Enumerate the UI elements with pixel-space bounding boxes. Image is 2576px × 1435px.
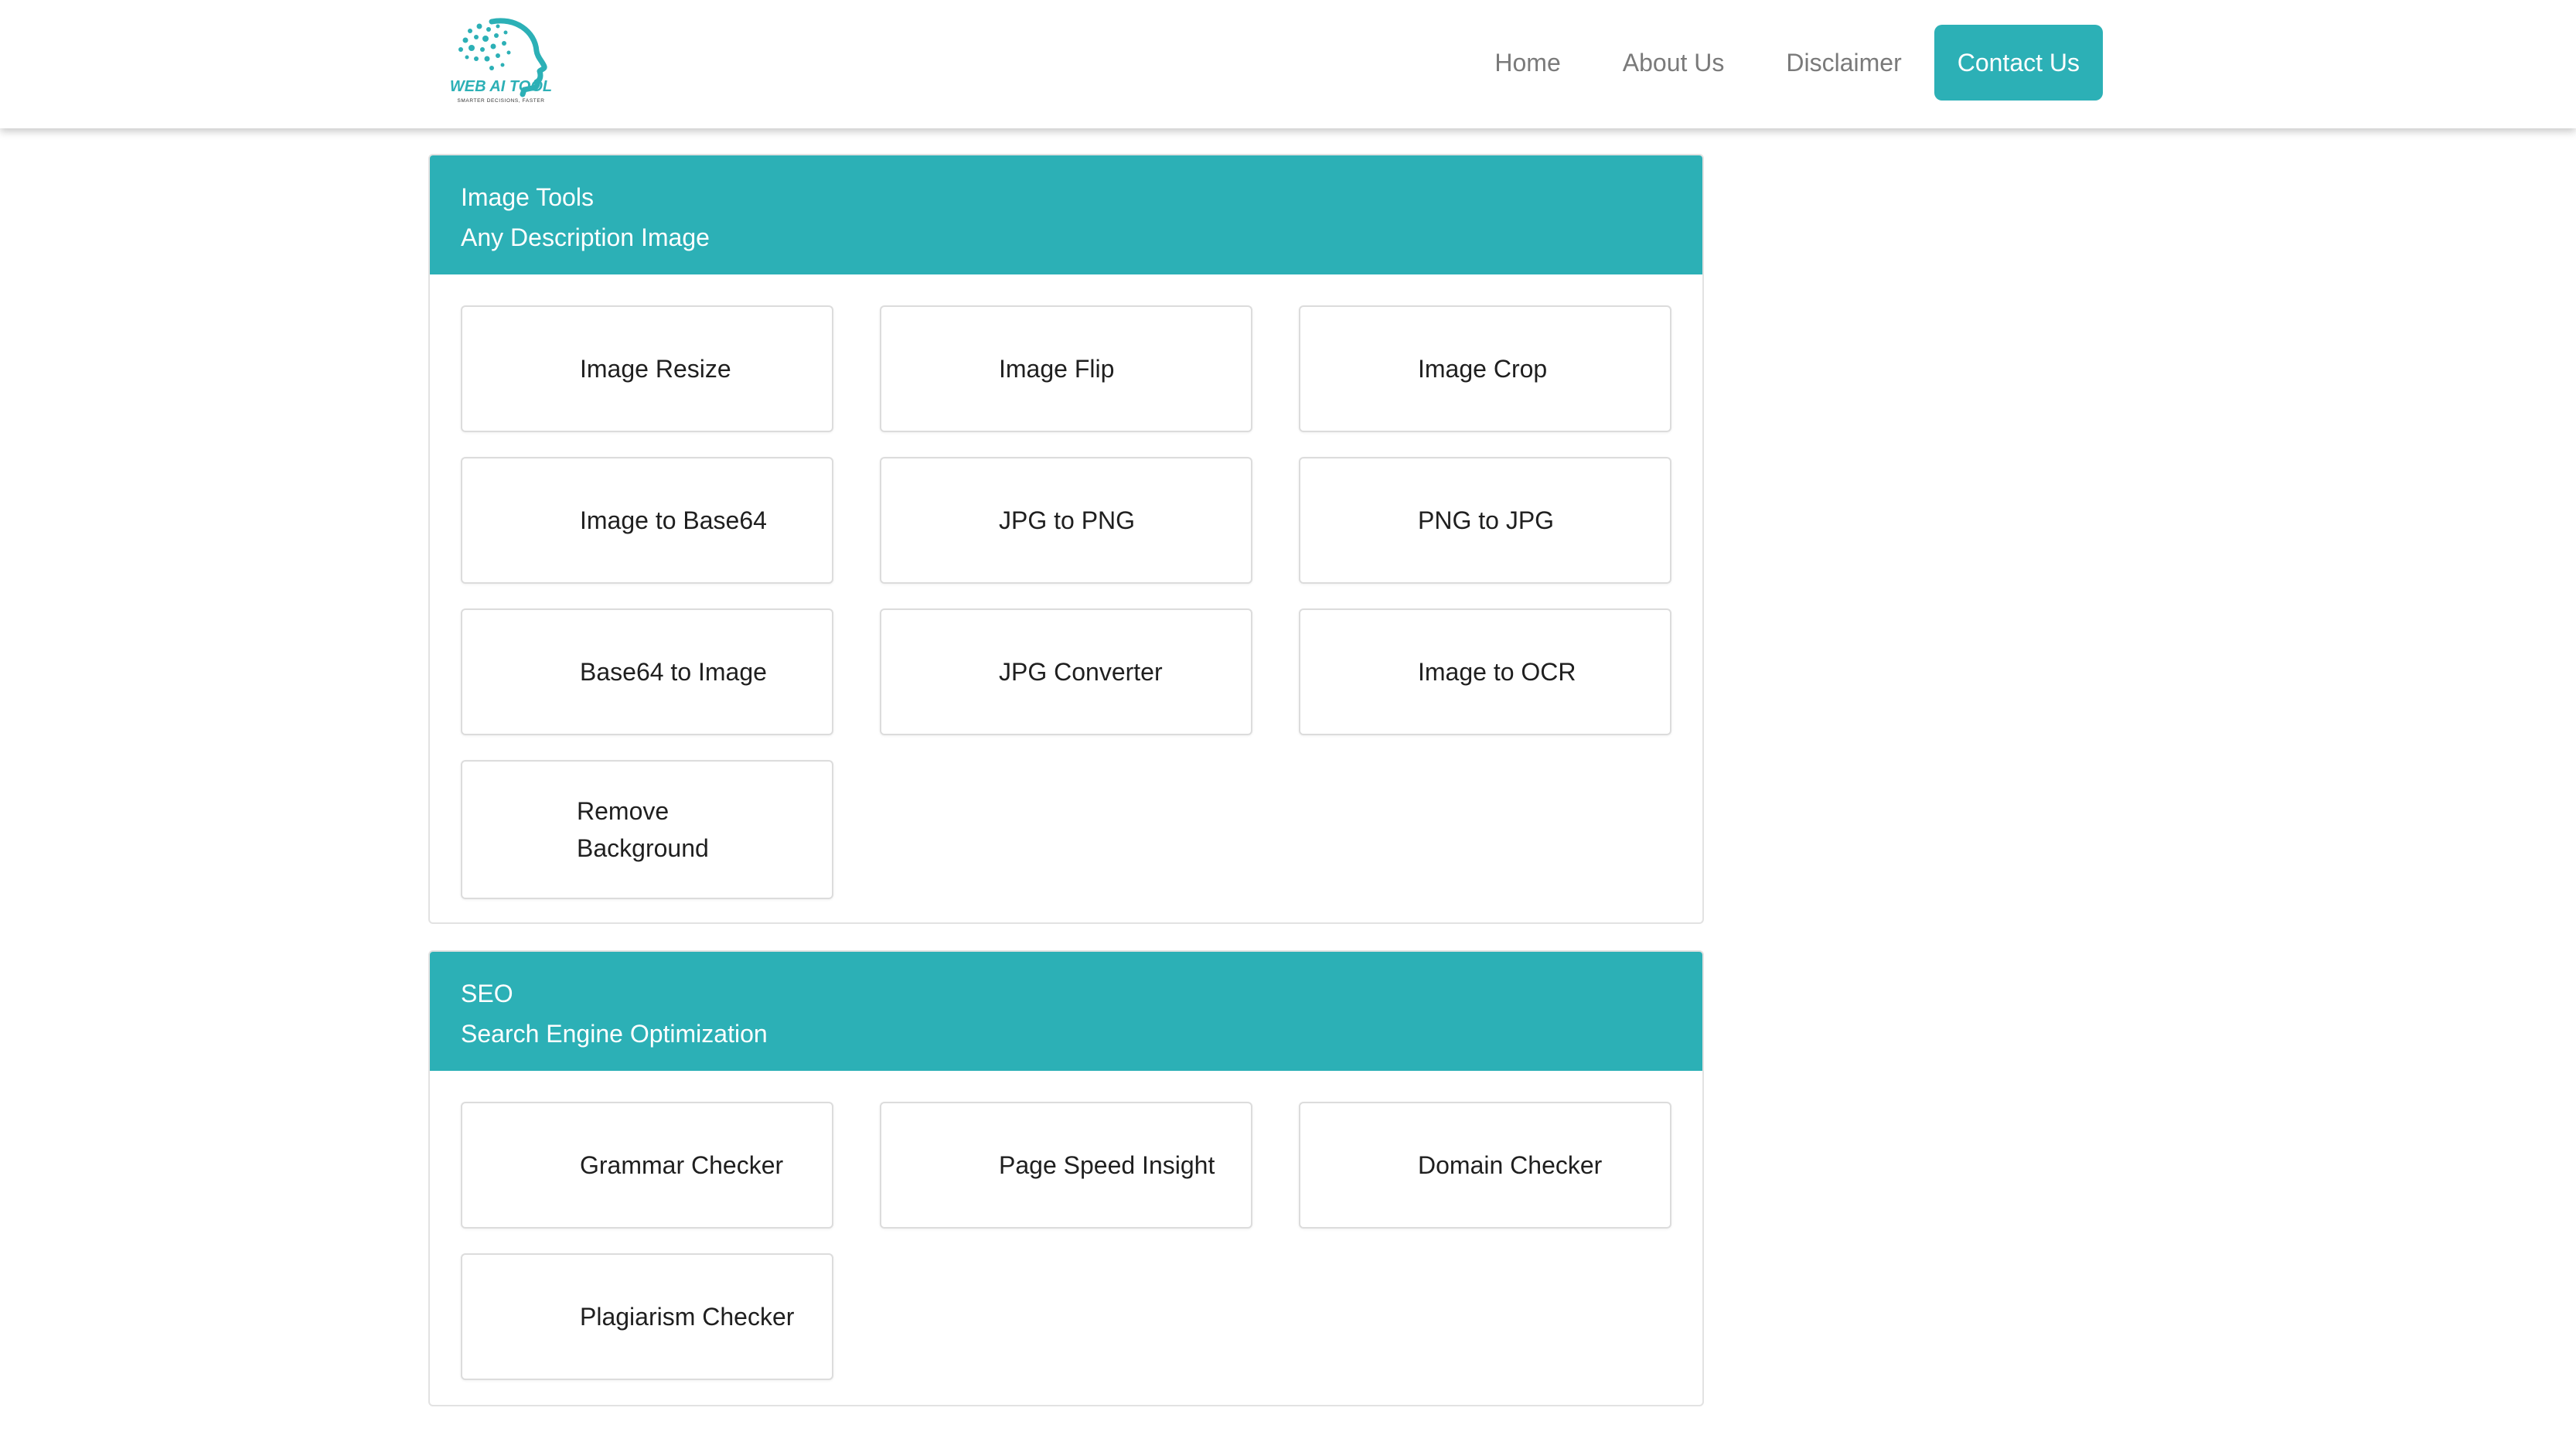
tool-image-resize[interactable]: Image Resize [461,305,833,432]
tool-label: PNG to JPG [1418,506,1555,534]
logo-tagline: SMARTER DECISIONS, FASTER [457,98,544,104]
tool-label: JPG Converter [999,658,1163,686]
tool-label: Grammar Checker [580,1151,784,1179]
image-tools-header: Image Tools Any Description Image [430,155,1702,274]
top-navbar: WEB AI TOOL SMARTER DECISIONS, FASTER Ho… [0,0,2576,128]
main-nav: Home About Us Disclaimer Contact Us [1463,25,2103,101]
tool-label: Image Flip [999,355,1115,383]
tool-label: Page Speed Insight [999,1151,1215,1179]
section-subtitle: Search Engine Optimization [461,1020,768,1048]
tool-page-speed-insight[interactable]: Page Speed Insight [880,1102,1252,1229]
site-logo[interactable]: WEB AI TOOL SMARTER DECISIONS, FASTER [438,14,564,110]
tool-label: Image Crop [1418,355,1548,383]
section-title: Image Tools [461,183,594,211]
section-title: SEO [461,980,513,1007]
tool-remove-background[interactable]: Remove Background [461,760,833,899]
tool-label: JPG to PNG [999,506,1136,534]
tool-label: Domain Checker [1418,1151,1603,1179]
tool-image-to-ocr[interactable]: Image to OCR [1299,608,1671,735]
section-subtitle: Any Description Image [461,223,710,251]
nav-disclaimer[interactable]: Disclaimer [1755,25,1932,101]
tool-domain-checker[interactable]: Domain Checker [1299,1102,1671,1229]
tool-label: Image to Base64 [580,506,767,534]
logo-text: WEB AI TOOL [450,78,552,95]
nav-contact-us[interactable]: Contact Us [1934,25,2103,101]
image-tools-card: Image Tools Any Description Image Image … [428,154,1704,924]
tool-label: Image to OCR [1418,658,1576,686]
tool-jpg-converter[interactable]: JPG Converter [880,608,1252,735]
tool-image-crop[interactable]: Image Crop [1299,305,1671,432]
tool-plagiarism-checker[interactable]: Plagiarism Checker [461,1253,833,1380]
tool-label: Image Resize [580,355,731,383]
seo-header: SEO Search Engine Optimization [430,952,1702,1071]
tool-label: Plagiarism Checker [580,1303,795,1331]
tool-png-to-jpg[interactable]: PNG to JPG [1299,457,1671,584]
tool-jpg-to-png[interactable]: JPG to PNG [880,457,1252,584]
tool-grammar-checker[interactable]: Grammar Checker [461,1102,833,1229]
tool-label: Base64 to Image [580,658,767,686]
tool-image-flip[interactable]: Image Flip [880,305,1252,432]
ai-head-logo-icon: WEB AI TOOL SMARTER DECISIONS, FASTER [450,18,552,104]
tool-label: Remove Background [577,797,709,862]
tool-image-to-base64[interactable]: Image to Base64 [461,457,833,584]
nav-home[interactable]: Home [1463,25,1591,101]
seo-card: SEO Search Engine Optimization Grammar C… [428,950,1704,1406]
nav-about-us[interactable]: About Us [1592,25,1756,101]
tool-base64-to-image[interactable]: Base64 to Image [461,608,833,735]
